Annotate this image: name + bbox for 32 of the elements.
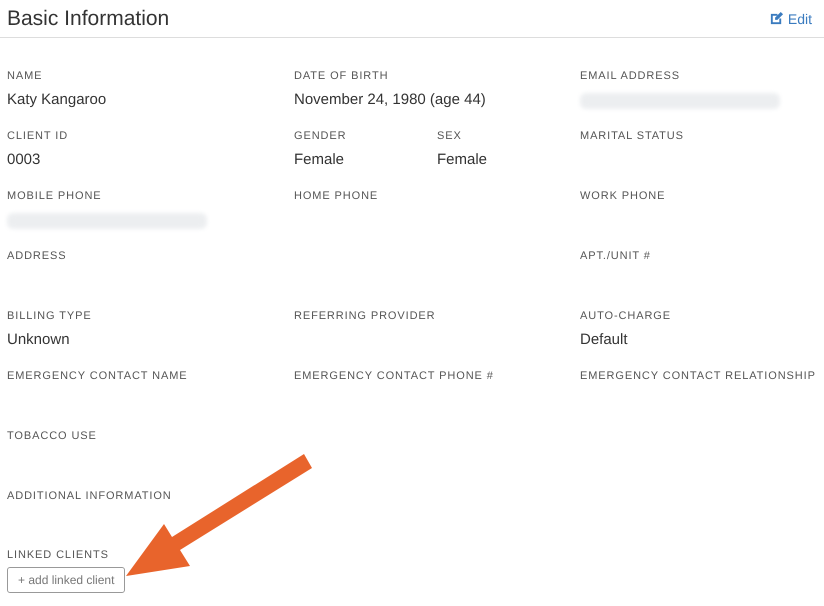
field-value: Default bbox=[580, 331, 629, 349]
field-value: Unknown bbox=[7, 331, 71, 349]
field-value: November 24, 1980 (age 44) bbox=[294, 91, 487, 109]
field-label: DATE OF BIRTH bbox=[294, 69, 390, 83]
field-label: WORK PHONE bbox=[580, 189, 666, 203]
field-label: MOBILE PHONE bbox=[7, 189, 103, 203]
field-label: AUTO-CHARGE bbox=[580, 309, 672, 323]
field-label: MARITAL STATUS bbox=[580, 129, 685, 143]
edit-link[interactable]: Edit bbox=[768, 10, 812, 26]
field-value: Katy Kangaroo bbox=[7, 91, 108, 109]
field-label: BILLING TYPE bbox=[7, 309, 93, 323]
field-label: CLIENT ID bbox=[7, 129, 70, 143]
edit-icon bbox=[768, 11, 784, 26]
field-label: TOBACCO USE bbox=[7, 429, 98, 443]
field-label: ADDRESS bbox=[7, 249, 68, 263]
field-label: APT./UNIT # bbox=[580, 249, 652, 263]
field-label: REFERRING PROVIDER bbox=[294, 309, 436, 323]
field-value: 0003 bbox=[7, 151, 42, 169]
field-label: GENDER bbox=[294, 129, 348, 143]
section-title: Basic Information bbox=[7, 6, 170, 30]
field-label: EMERGENCY CONTACT PHONE # bbox=[294, 369, 495, 383]
field-label: EMERGENCY CONTACT NAME bbox=[7, 369, 189, 383]
field-label: NAME bbox=[7, 69, 44, 83]
add-linked-client-button[interactable]: + add linked client bbox=[7, 567, 126, 593]
field-label: EMAIL ADDRESS bbox=[580, 69, 681, 83]
field-label: EMERGENCY CONTACT RELATIONSHIP bbox=[580, 369, 817, 383]
field-value: Female bbox=[294, 151, 346, 169]
field-label: SEX bbox=[437, 129, 463, 143]
field-label: ADDITIONAL INFORMATION bbox=[7, 489, 173, 503]
field-label: LINKED CLIENTS bbox=[7, 548, 110, 562]
field-value: Female bbox=[437, 151, 488, 169]
field-label: HOME PHONE bbox=[294, 189, 380, 203]
